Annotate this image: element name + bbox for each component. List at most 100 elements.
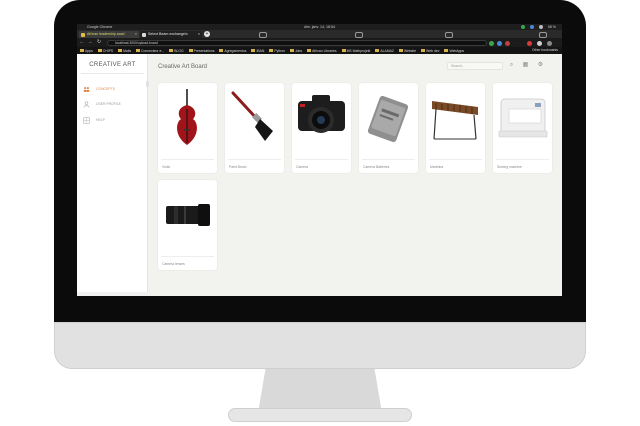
folder-icon (136, 49, 141, 52)
bookmark-item[interactable]: Jobs (289, 49, 302, 53)
tab-favicon-icon (142, 33, 146, 37)
bookmark-item[interactable]: ALAMAZ (375, 49, 394, 53)
people-icon (83, 86, 90, 92)
sidebar: CREATIVE ART CONCEPTS USER PROFILE HELP (77, 54, 149, 296)
folder-icon (444, 49, 449, 52)
card-label: Paint Brush (229, 165, 247, 169)
tab-select-beam[interactable]: Select Beam exchange/c × (140, 31, 202, 38)
bookmark-item[interactable]: Mails (118, 49, 131, 53)
bookmark-item[interactable]: Apps (80, 49, 93, 53)
folder-icon (118, 49, 123, 52)
card-divider (228, 159, 281, 160)
bookmark-item[interactable]: IBAN (251, 49, 264, 53)
web-app: CREATIVE ART CONCEPTS USER PROFILE HELP … (77, 54, 562, 296)
card-paint-brush[interactable]: Paint Brush (225, 83, 284, 173)
bookmark-item[interactable]: Agrégamentos (219, 49, 246, 53)
bookmark-item[interactable]: WebApps (444, 49, 464, 53)
settings-icon[interactable]: ⚙ (537, 62, 544, 69)
card-divider (429, 159, 482, 160)
card-divider (161, 256, 214, 257)
folder-icon (398, 49, 403, 52)
extension-icon[interactable] (505, 40, 510, 46)
bookmark-item[interactable]: BLOG (169, 49, 184, 53)
tray-network-icon[interactable] (529, 25, 534, 29)
tab-label: Select Beam exchange/c (148, 32, 188, 36)
card-label: Camera Batteries (363, 165, 390, 169)
reload-icon[interactable]: ↻ (96, 39, 102, 46)
card-camera[interactable]: Camera (292, 83, 351, 173)
profile-avatar[interactable] (537, 40, 542, 46)
bookmark-item[interactable]: Python (269, 49, 285, 53)
folder-icon (269, 49, 274, 52)
tray-status-icon[interactable] (520, 25, 525, 29)
new-tab-button[interactable]: + (204, 31, 210, 37)
card-marimba[interactable]: Marimba (426, 83, 485, 173)
sidebar-item-label: HELP (96, 118, 105, 122)
folder-icon (97, 49, 102, 52)
url-bar[interactable]: localhost:3000/upload-board (107, 39, 487, 46)
folder-icon (341, 49, 346, 52)
search-placeholder: Search... (451, 64, 465, 68)
marimba-icon (432, 101, 478, 140)
card-camera-lenses[interactable]: Camera lenses (158, 180, 217, 270)
violin-icon (177, 89, 197, 145)
tab-close-icon[interactable]: × (198, 31, 200, 38)
folder-icon (169, 49, 174, 52)
monitor-stand-base (228, 408, 412, 422)
bookmarks-bar: Apps CHIPS Mails Connecteur e... BLOG Pr… (77, 47, 562, 54)
grid-icon (83, 116, 90, 124)
card-label: Violin (162, 165, 171, 169)
battery-icon (367, 95, 409, 143)
sewing-machine-icon (498, 98, 548, 138)
folder-icon (219, 49, 224, 52)
filter-icon[interactable]: ▦ (522, 62, 529, 69)
sidebar-item-help[interactable]: HELP (83, 116, 105, 124)
bookmark-item[interactable]: African Libraries (307, 49, 337, 53)
search-input[interactable]: Search... (447, 62, 503, 70)
bookmark-item[interactable]: Presentations (188, 49, 214, 53)
page-title: Creative Art Board (158, 64, 208, 70)
monitor-stand-neck (258, 369, 382, 413)
card-camera-batteries[interactable]: Camera Batteries (359, 83, 418, 173)
tab-strip: African leadership acad × Select Beam ex… (77, 30, 562, 38)
url-text: localhost:3000/upload-board (115, 40, 158, 45)
card-divider (295, 159, 348, 160)
card-label: Marimba (430, 165, 444, 169)
folder-icon (307, 49, 312, 52)
back-arrow-icon[interactable]: ← (79, 39, 85, 46)
folder-icon (80, 49, 84, 52)
user-icon (83, 100, 90, 107)
card-sewing-machine[interactable]: Sewing machine (493, 83, 552, 173)
bookmark-item[interactable]: Web dev (421, 49, 439, 53)
horizontal-scrollbar[interactable] (77, 292, 148, 296)
extension-icon[interactable] (489, 40, 494, 46)
folder-icon (188, 49, 193, 52)
bookmark-item[interactable]: Website (398, 49, 416, 53)
card-violin[interactable]: Violin (158, 83, 217, 173)
bookmark-item[interactable]: MS Mathprojekt (341, 49, 370, 53)
menu-kebab-icon[interactable] (547, 40, 552, 46)
bookmark-item[interactable]: Connecteur e... (136, 49, 164, 53)
address-row: ← → ↻ localhost:3000/upload-board (77, 38, 562, 47)
extension-icon[interactable] (497, 40, 502, 46)
folder-icon (251, 49, 256, 52)
sidebar-item-concepts[interactable]: CONCEPTS (83, 85, 115, 93)
other-bookmarks[interactable]: Other bookmarks (532, 47, 558, 54)
tab-african-leadership[interactable]: African leadership acad × (79, 31, 139, 38)
main-content: Creative Art Board Search... ⌕ ▦ ⚙ Violi… (148, 54, 562, 296)
monitor-chin (54, 322, 586, 369)
screen: Google Chrome dim. janv. 14, 18:54 98 % … (77, 24, 562, 296)
card-label: Sewing machine (497, 165, 522, 169)
extension-icon[interactable] (527, 40, 532, 46)
bookmark-item[interactable]: CHIPS (97, 49, 113, 53)
tab-close-icon[interactable]: × (135, 31, 137, 38)
card-label: Camera (296, 165, 309, 169)
search-icon[interactable]: ⌕ (508, 62, 515, 69)
sidebar-item-label: USER PROFILE (96, 102, 121, 106)
sidebar-item-user-profile[interactable]: USER PROFILE (83, 100, 121, 108)
divider (81, 73, 144, 74)
card-label: Camera lenses (162, 262, 185, 266)
card-divider (362, 159, 415, 160)
forward-arrow-icon[interactable]: → (87, 39, 93, 46)
tray-volume-icon[interactable] (538, 25, 543, 29)
